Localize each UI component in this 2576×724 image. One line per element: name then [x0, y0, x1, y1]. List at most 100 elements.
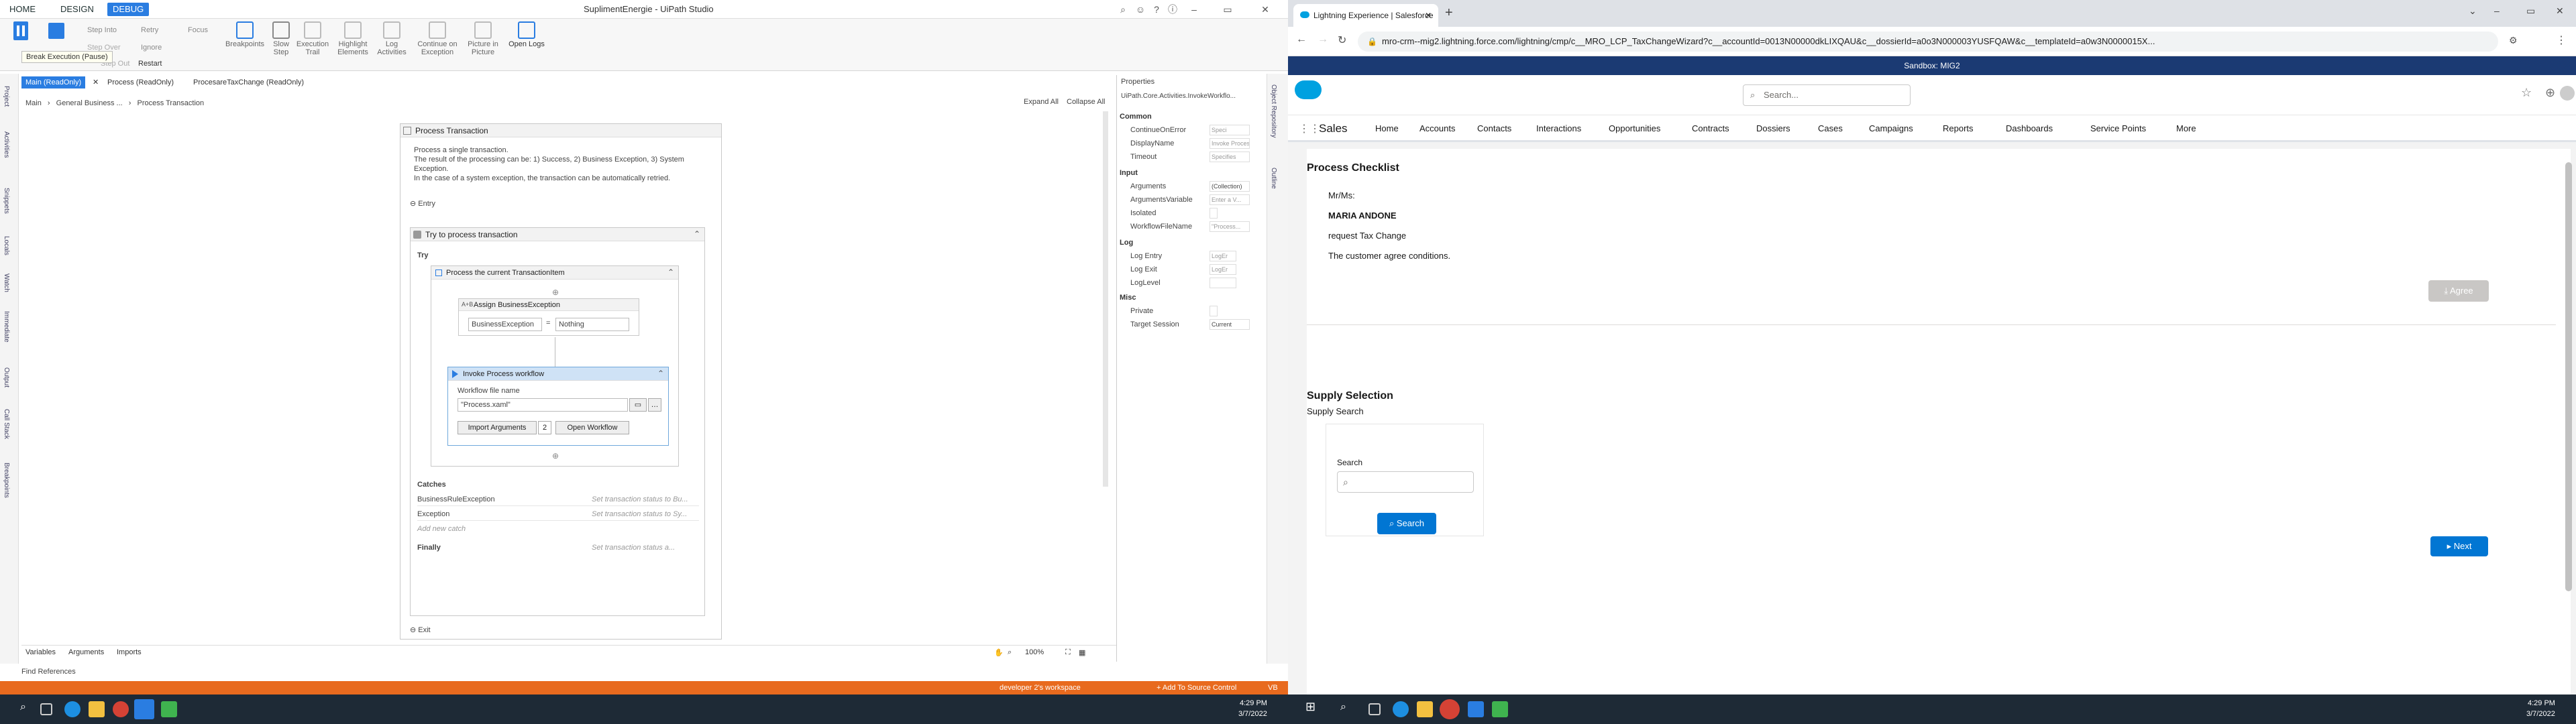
picture-in-picture-button[interactable]: Picture in Picture [463, 19, 503, 56]
zoom-search-icon[interactable]: ⌕ [1008, 648, 1012, 657]
prop-continue-on-error[interactable]: ContinueOnError Speci [1117, 123, 1266, 137]
tab-variables[interactable]: Variables [25, 648, 56, 656]
nav-cases[interactable]: Cases [1818, 115, 1843, 142]
private-checkbox[interactable] [1210, 306, 1218, 316]
panel-project[interactable]: Project [3, 86, 10, 107]
add-new-catch-link[interactable]: Add new catch [417, 524, 466, 534]
prop-timeout[interactable]: Timeout Specifies [1117, 150, 1266, 164]
favorites-star-icon[interactable]: ☆ [2521, 86, 2532, 100]
add-to-source-control[interactable]: + Add To Source Control [1157, 681, 1236, 695]
fit-screen-icon[interactable]: ⛶ [1065, 648, 1071, 657]
add-activity-icon[interactable]: ⊕ [552, 451, 559, 461]
panel-watch[interactable]: Watch [3, 274, 10, 292]
supply-search-input[interactable]: ⌕ [1337, 471, 1474, 493]
sequence-activity[interactable]: Process the current TransactionItem ⌃ ⊕ … [431, 265, 679, 467]
catch-action-1[interactable]: Set transaction status to Bu... [592, 495, 688, 504]
minimize-icon[interactable]: – [2494, 5, 2500, 16]
log-activities-button[interactable]: Log Activities [373, 19, 411, 56]
assign-to-field[interactable]: BusinessException [468, 318, 542, 331]
nav-service-points[interactable]: Service Points [2090, 115, 2146, 142]
nav-opportunities[interactable]: Opportunities [1609, 115, 1660, 142]
task-view-icon[interactable] [1368, 703, 1381, 715]
back-icon[interactable]: ← [1296, 34, 1307, 46]
global-search-input[interactable]: ⌕ Search... [1743, 84, 1911, 106]
panel-locals[interactable]: Locals [3, 236, 10, 255]
prop-log-entry[interactable]: Log Entry LogEr [1117, 249, 1266, 263]
process-transaction-flowchart[interactable]: Process Transaction Process a single tra… [400, 123, 722, 640]
taskbar-time[interactable]: 4:29 PM [2528, 699, 2555, 708]
panel-object-repository[interactable]: Object Repository [1270, 84, 1277, 137]
chrome-icon[interactable] [113, 701, 129, 717]
workflow-file-input[interactable]: "Process.xaml" [458, 398, 628, 412]
breadcrumb-item[interactable]: Main [25, 99, 42, 107]
prop-workflow-file-name[interactable]: WorkflowFileName "Process... [1117, 220, 1266, 233]
assign-value-field[interactable]: Nothing [555, 318, 629, 331]
chrome-icon[interactable] [1440, 699, 1460, 719]
finally-action[interactable]: Set transaction status a... [592, 543, 675, 552]
tab-arguments[interactable]: Arguments [68, 648, 104, 656]
invoke-workflow-activity[interactable]: Invoke Process workflow ⌃ Workflow file … [447, 367, 669, 446]
nav-accounts[interactable]: Accounts [1419, 115, 1455, 142]
panel-snippets[interactable]: Snippets [3, 188, 10, 214]
prop-isolated[interactable]: Isolated [1117, 206, 1266, 220]
search-icon[interactable]: ⌕ [1116, 3, 1130, 16]
prop-log-exit[interactable]: Log Exit LogEr [1117, 263, 1266, 276]
uipath-studio-icon[interactable] [1468, 701, 1484, 717]
workspace-selector[interactable]: developer 2's workspace [1000, 681, 1081, 695]
breadcrumb-item[interactable]: Process Transaction [138, 99, 205, 107]
add-icon[interactable]: ⊕ [2545, 86, 2555, 100]
breakpoints-button[interactable]: Breakpoints [221, 19, 268, 48]
highlight-elements-button[interactable]: Highlight Elements [333, 19, 373, 56]
breadcrumb-item[interactable]: General Business ... [56, 99, 123, 107]
nav-contracts[interactable]: Contracts [1692, 115, 1729, 142]
nav-dossiers[interactable]: Dossiers [1756, 115, 1790, 142]
restart-button[interactable]: Restart [138, 59, 162, 68]
collapse-all-link[interactable]: Collapse All [1067, 98, 1105, 106]
panel-activities[interactable]: Activities [3, 131, 10, 158]
uipath-studio-icon[interactable] [134, 699, 154, 719]
find-references-tab[interactable]: Find References [21, 668, 76, 676]
file-explorer-icon[interactable] [1417, 701, 1433, 717]
pause-button[interactable] [13, 21, 28, 40]
ignore-button[interactable]: Ignore [141, 43, 162, 52]
nav-dashboards[interactable]: Dashboards [2006, 115, 2053, 142]
app-launcher-icon[interactable]: ⋮⋮ [1299, 122, 1320, 135]
page-scrollbar[interactable] [2565, 162, 2572, 591]
open-workflow-button[interactable]: Open Workflow [555, 421, 629, 434]
tab-debug[interactable]: DEBUG [107, 3, 150, 16]
tab-search-icon[interactable]: ⌄ [2469, 5, 2477, 17]
taskbar-date[interactable]: 3/7/2022 [1238, 709, 1267, 719]
nav-reports[interactable]: Reports [1943, 115, 1974, 142]
windows-start-icon[interactable]: ⊞ [1305, 700, 1322, 716]
next-button[interactable]: ▸ Next [2430, 536, 2488, 556]
hand-icon[interactable]: ✋ [994, 648, 1004, 657]
help-icon[interactable]: ? [1150, 3, 1163, 16]
try-catch-activity[interactable]: Try to process transaction ⌃ Try Process… [410, 227, 705, 616]
close-icon[interactable]: ✕ [1258, 3, 1272, 16]
retry-button[interactable]: Retry [141, 25, 158, 35]
reload-icon[interactable]: ↻ [1338, 34, 1346, 47]
continue-on-exception-button[interactable]: Continue on Exception [412, 19, 463, 56]
section-common[interactable]: Common [1120, 113, 1152, 121]
step-into-button[interactable]: Step Into [87, 25, 117, 35]
prop-arguments[interactable]: Arguments (Collection) [1117, 180, 1266, 193]
new-tab-icon[interactable]: + [1445, 5, 1453, 21]
url-input[interactable]: 🔒 mro-crm--mig2.lightning.force.com/ligh… [1358, 32, 2498, 52]
search-icon[interactable]: ⌕ [1340, 701, 1356, 717]
uipath-assistant-icon[interactable] [1492, 701, 1508, 717]
nav-campaigns[interactable]: Campaigns [1869, 115, 1913, 142]
doc-tab-main[interactable]: Main (ReadOnly) [21, 76, 86, 88]
close-tab-icon[interactable]: ✕ [93, 78, 101, 87]
section-misc[interactable]: Misc [1120, 294, 1136, 302]
close-tab-icon[interactable]: ✕ [1425, 4, 1432, 27]
nav-home[interactable]: Home [1375, 115, 1399, 142]
catch-exception-1[interactable]: BusinessRuleException [417, 495, 495, 504]
panel-call-stack[interactable]: Call Stack [3, 409, 10, 439]
browser-tab[interactable]: Lightning Experience | Salesforce ✕ [1293, 4, 1438, 27]
agree-button[interactable]: ⤓ Agree [2428, 280, 2489, 302]
import-arguments-button[interactable]: Import Arguments [458, 421, 537, 434]
panel-breakpoints[interactable]: Breakpoints [3, 463, 10, 498]
catch-action-2[interactable]: Set transaction status to Sy... [592, 509, 687, 519]
maximize-icon[interactable]: ▭ [2526, 5, 2535, 17]
close-icon[interactable]: ✕ [2556, 5, 2564, 17]
